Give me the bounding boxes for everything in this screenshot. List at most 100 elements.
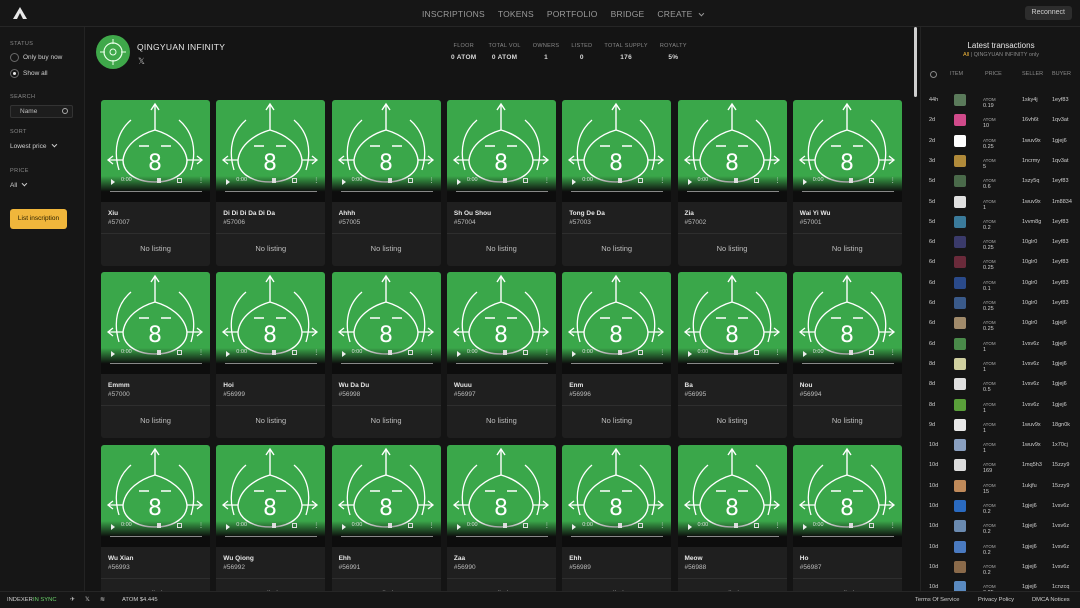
video-progress[interactable] xyxy=(571,363,664,365)
volume-icon[interactable] xyxy=(387,178,392,183)
tx-buyer[interactable]: 1gjej6 xyxy=(1052,402,1067,408)
tx-item-thumbnail[interactable] xyxy=(954,500,966,512)
inscription-card[interactable]: 80:00⋮Wu Qiong#56992No listing xyxy=(216,444,326,591)
play-icon[interactable] xyxy=(456,179,461,185)
transaction-row[interactable]: 5d 0.2 ATOM 1vvm8g 1eyf83 xyxy=(921,213,1080,233)
tx-buyer[interactable]: 1qv3at xyxy=(1052,117,1069,123)
volume-icon[interactable] xyxy=(272,350,277,356)
fullscreen-icon[interactable] xyxy=(638,350,644,356)
transaction-row[interactable]: 6d 1 ATOM 1vsv6z 1gjej6 xyxy=(921,335,1080,355)
inscription-card[interactable]: 8 0:00 ⋮ Emmm #57000 No listing xyxy=(101,272,210,439)
tx-seller[interactable]: 1wuv9x xyxy=(1022,422,1041,428)
inscription-card[interactable]: 8 0:00 ⋮ Hoi #56999 No listing xyxy=(216,272,326,439)
play-icon[interactable] xyxy=(111,351,115,358)
tx-item-thumbnail[interactable] xyxy=(954,134,966,147)
more-options-icon[interactable]: ⋮ xyxy=(775,349,781,356)
more-options-icon[interactable]: ⋮ xyxy=(775,177,781,184)
video-progress[interactable] xyxy=(110,363,202,365)
tx-seller[interactable]: 16vh6t xyxy=(1022,117,1039,123)
tx-buyer[interactable]: 1eyf83 xyxy=(1052,239,1069,245)
transaction-row[interactable]: 10d 15 ATOM 1ukjfu 15zzy9 xyxy=(921,477,1080,497)
tx-seller[interactable]: 1sky4j xyxy=(1022,97,1038,103)
video-progress[interactable] xyxy=(686,363,779,365)
fullscreen-icon[interactable] xyxy=(177,350,182,356)
tx-buyer[interactable]: 1gjej6 xyxy=(1052,341,1067,347)
fullscreen-icon[interactable] xyxy=(407,178,413,183)
tx-buyer[interactable]: 1m8834 xyxy=(1052,199,1072,205)
video-progress[interactable] xyxy=(340,535,433,537)
play-icon[interactable] xyxy=(111,523,115,530)
tx-item-thumbnail[interactable] xyxy=(954,297,966,309)
tx-buyer[interactable]: 1eyf83 xyxy=(1052,97,1069,103)
tx-seller[interactable]: 1ncrmy xyxy=(1022,158,1040,164)
fullscreen-icon[interactable] xyxy=(292,178,298,183)
fullscreen-icon[interactable] xyxy=(753,178,759,183)
play-icon[interactable] xyxy=(226,179,231,185)
tx-item-thumbnail[interactable] xyxy=(954,439,966,452)
nav-bridge[interactable]: BRIDGE xyxy=(611,9,645,19)
transaction-row[interactable]: 10d 0.2 ATOM 1gjej6 1vsv6z xyxy=(921,538,1080,558)
play-icon[interactable] xyxy=(687,523,692,530)
inscription-video[interactable]: 8 0:00 ⋮ xyxy=(792,100,902,202)
fullscreen-icon[interactable] xyxy=(638,522,644,528)
tx-item-thumbnail[interactable] xyxy=(954,195,966,208)
fullscreen-icon[interactable] xyxy=(522,350,528,356)
video-progress[interactable] xyxy=(110,191,202,192)
transaction-row[interactable]: 44h 0.19 ATOM 1sky4j 1eyf83 xyxy=(921,91,1080,111)
tx-item-thumbnail[interactable] xyxy=(954,560,966,573)
volume-icon[interactable] xyxy=(618,522,623,528)
inscription-video[interactable]: 8 0:00 ⋮ xyxy=(216,444,326,547)
tx-seller[interactable]: 1gjej6 xyxy=(1022,503,1037,509)
sort-dropdown[interactable]: Lowest price xyxy=(10,141,57,150)
more-options-icon[interactable]: ⋮ xyxy=(890,522,896,529)
tx-seller[interactable]: 1gjej6 xyxy=(1022,544,1037,550)
video-progress[interactable] xyxy=(801,363,894,365)
tx-buyer[interactable]: 1gjej6 xyxy=(1052,361,1067,367)
tx-seller[interactable]: 1vsv6z xyxy=(1022,381,1039,387)
main-scrollbar[interactable] xyxy=(914,27,917,97)
more-options-icon[interactable]: ⋮ xyxy=(544,177,550,184)
nav-portfolio[interactable]: PORTFOLIO xyxy=(547,9,598,19)
transaction-row[interactable]: 9d 1 ATOM 1wuv9x 18gn0k xyxy=(921,416,1080,436)
more-options-icon[interactable]: ⋮ xyxy=(313,177,319,184)
play-icon[interactable] xyxy=(572,351,577,358)
tx-seller[interactable]: 1vsv6z xyxy=(1022,402,1039,408)
transaction-row[interactable]: 5d 1 ATOM 1wuv9x 1m8834 xyxy=(921,193,1080,213)
tx-seller[interactable]: 1szy5q xyxy=(1022,178,1039,184)
video-progress[interactable] xyxy=(686,535,779,537)
transaction-row[interactable]: 3d 5 ATOM 1ncrmy 1qv3at xyxy=(921,152,1080,172)
tx-item-thumbnail[interactable] xyxy=(954,520,966,533)
more-options-icon[interactable]: ⋮ xyxy=(544,522,550,529)
search-input[interactable]: Name xyxy=(10,105,73,118)
tx-buyer[interactable]: 1vsv6z xyxy=(1052,503,1069,509)
book-icon[interactable]: ≋ xyxy=(100,597,105,603)
tx-item-thumbnail[interactable] xyxy=(954,398,966,411)
play-icon[interactable] xyxy=(341,179,346,185)
nav-create[interactable]: CREATE xyxy=(657,9,705,19)
video-progress[interactable] xyxy=(686,191,779,192)
fullscreen-icon[interactable] xyxy=(177,522,182,528)
inscription-video[interactable]: 8 0:00 ⋮ xyxy=(677,444,787,547)
reconnect-button[interactable]: Reconnect xyxy=(1024,6,1072,20)
inscription-video[interactable]: 8 0:00 ⋮ xyxy=(331,444,441,547)
play-icon[interactable] xyxy=(687,179,692,185)
tx-seller[interactable]: 1wuv9x xyxy=(1022,199,1041,205)
tx-buyer[interactable]: 1vsv6z xyxy=(1052,523,1069,529)
play-icon[interactable] xyxy=(802,351,807,358)
tx-buyer[interactable]: 18gn0k xyxy=(1052,422,1070,428)
play-icon[interactable] xyxy=(572,523,577,530)
tx-seller[interactable]: 1wuv9x xyxy=(1022,138,1041,144)
more-options-icon[interactable]: ⋮ xyxy=(775,522,781,529)
inscription-card[interactable]: 80:00⋮Ehh#56989No listing xyxy=(562,444,672,591)
privacy-link[interactable]: Privacy Policy xyxy=(978,597,1014,603)
inscription-card[interactable]: 8 0:00 ⋮ Xiu #57007 No listing xyxy=(101,100,210,266)
tx-buyer[interactable]: 15zzy9 xyxy=(1052,483,1069,489)
inscription-video[interactable]: 8 0:00 ⋮ xyxy=(446,272,556,375)
more-options-icon[interactable]: ⋮ xyxy=(429,177,435,184)
more-options-icon[interactable]: ⋮ xyxy=(313,349,319,356)
tx-item-thumbnail[interactable] xyxy=(954,378,966,391)
inscription-video[interactable]: 8 0:00 ⋮ xyxy=(446,100,556,202)
transaction-row[interactable]: 8d 0.5 ATOM 1vsv6z 1gjej6 xyxy=(921,375,1080,395)
status-only-buy-now[interactable]: Only buy now xyxy=(10,53,62,62)
more-options-icon[interactable]: ⋮ xyxy=(659,522,665,529)
